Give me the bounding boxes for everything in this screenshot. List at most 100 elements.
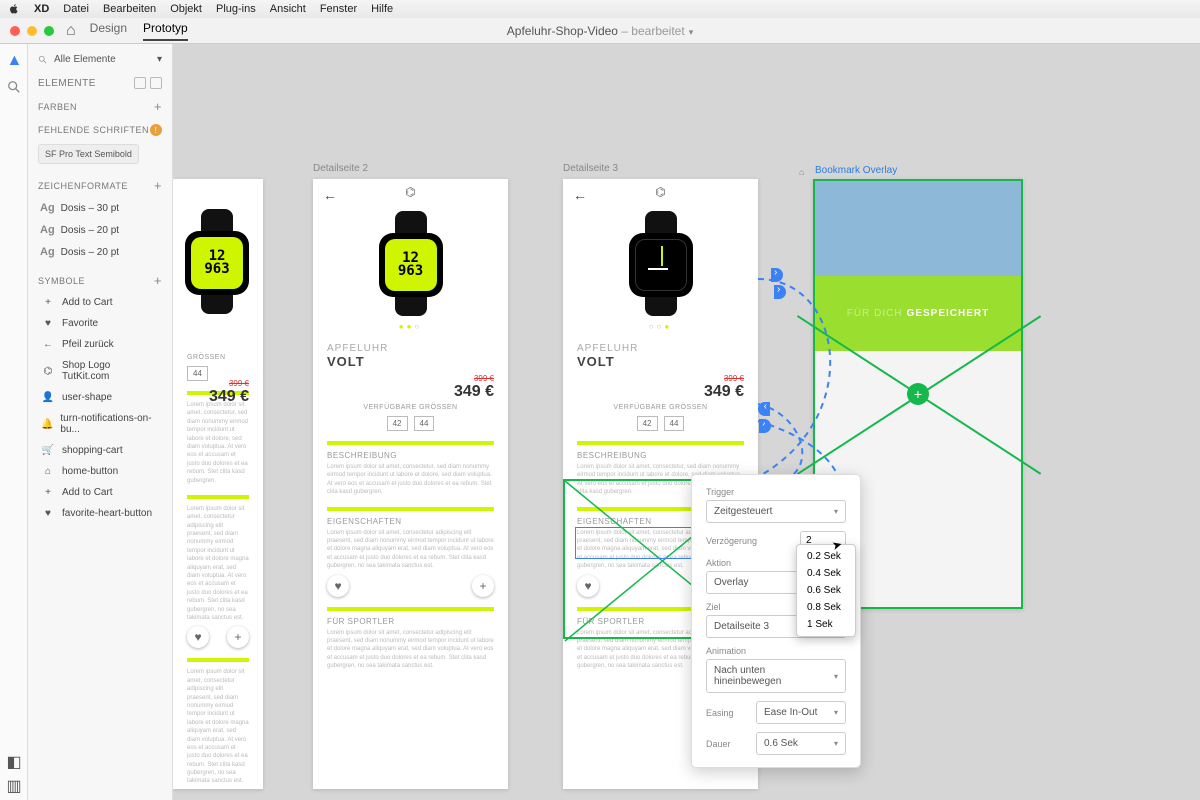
label-trigger: Trigger bbox=[706, 487, 846, 497]
logo-icon: ⌬ bbox=[405, 185, 415, 199]
label-easing: Easing bbox=[706, 708, 734, 718]
section-symbols[interactable]: Symbole+ bbox=[38, 273, 162, 288]
symbol-item[interactable]: ♥favorite-heart-button bbox=[38, 503, 162, 524]
menu-plugins[interactable]: Plug-ins bbox=[216, 3, 256, 15]
artboard-detail1[interactable]: 12963 399 €349 € GRÖSSEN 44 Lorem ipsum … bbox=[173, 179, 263, 789]
symbol-item[interactable]: 🛒shopping-cart bbox=[38, 440, 162, 461]
maximize-icon[interactable] bbox=[44, 26, 54, 36]
grid-view-icon[interactable] bbox=[150, 77, 162, 89]
section-char-styles[interactable]: Zeichenformate+ bbox=[38, 178, 162, 193]
size-option[interactable]: 42 bbox=[637, 416, 658, 431]
app-name[interactable]: XD bbox=[34, 3, 49, 15]
sizes-label: GRÖSSEN bbox=[187, 354, 249, 361]
section-missing-fonts: Fehlende Schriften! bbox=[38, 124, 162, 136]
logo-icon: ⌬ bbox=[655, 185, 665, 199]
favorite-icon[interactable]: ♥ bbox=[187, 626, 209, 648]
menu-datei[interactable]: Datei bbox=[63, 3, 89, 15]
delay-option[interactable]: 0.8 Sek bbox=[797, 599, 855, 616]
tab-design[interactable]: Design bbox=[90, 21, 127, 41]
menu-hilfe[interactable]: Hilfe bbox=[371, 3, 393, 15]
back-arrow-icon[interactable]: ← bbox=[573, 187, 587, 203]
delay-option[interactable]: 0.6 Sek bbox=[797, 582, 855, 599]
add-color-icon[interactable]: + bbox=[154, 99, 162, 114]
dropdown-easing[interactable]: Ease In-Out▾ bbox=[756, 701, 846, 724]
symbol-item[interactable]: ⌂home-button bbox=[38, 461, 162, 482]
missing-font-chip[interactable]: SF Pro Text Semibold bbox=[38, 144, 139, 164]
delay-options-menu[interactable]: 0.2 Sek 0.4 Sek 0.6 Sek 0.8 Sek 1 Sek bbox=[796, 544, 856, 637]
dropdown-animation[interactable]: Nach unten hineinbewegen▾ bbox=[706, 659, 846, 693]
dropdown-duration[interactable]: 0.6 Sek▾ bbox=[756, 732, 846, 755]
proto-connector-handle[interactable] bbox=[774, 285, 786, 299]
add-interaction-icon[interactable]: + bbox=[907, 383, 929, 405]
artboard-label[interactable]: Detailseite 2 bbox=[313, 163, 368, 174]
menu-bearbeiten[interactable]: Bearbeiten bbox=[103, 3, 156, 15]
filter-label: Alle Elemente bbox=[54, 54, 116, 65]
price-old: 399 € bbox=[209, 379, 249, 388]
design-canvas[interactable]: 12963 399 €349 € GRÖSSEN 44 Lorem ipsum … bbox=[173, 44, 1200, 800]
char-style-item[interactable]: AgDosis – 20 pt bbox=[38, 219, 162, 241]
search-icon[interactable] bbox=[7, 80, 21, 94]
dropdown-trigger[interactable]: Zeitgesteuert▾ bbox=[706, 500, 846, 523]
doc-edited: – bearbeitet bbox=[618, 24, 685, 38]
label-animation: Animation bbox=[706, 646, 846, 656]
price-old: 399 € bbox=[454, 374, 494, 383]
macos-menubar: XD Datei Bearbeiten Objekt Plug-ins Ansi… bbox=[0, 0, 1200, 18]
minimize-icon[interactable] bbox=[27, 26, 37, 36]
close-icon[interactable] bbox=[10, 26, 20, 36]
add-style-icon[interactable]: + bbox=[154, 178, 162, 193]
proto-connector-handle[interactable] bbox=[759, 419, 771, 433]
window-controls[interactable] bbox=[10, 26, 54, 36]
size-option[interactable]: 44 bbox=[187, 366, 208, 381]
select-tool-icon[interactable]: ▲ bbox=[7, 52, 21, 66]
sizes-label: VERFÜGBARE GRÖSSEN bbox=[577, 404, 744, 411]
label-delay: Verzögerung bbox=[706, 536, 757, 546]
symbol-item[interactable]: 🔔turn-notifications-on-bu... bbox=[38, 408, 162, 440]
chevron-down-icon[interactable]: ▾ bbox=[689, 27, 694, 37]
char-style-item[interactable]: AgDosis – 30 pt bbox=[38, 197, 162, 219]
delay-option[interactable]: 0.4 Sek bbox=[797, 565, 855, 582]
artboard-detail2[interactable]: Detailseite 2 ← ⌬ 12963 ●●○ APFELUHR VOL… bbox=[313, 179, 508, 789]
apple-icon[interactable] bbox=[8, 3, 20, 15]
tool-rail: ▲ ◧ ▥ bbox=[0, 44, 28, 800]
symbol-item[interactable]: ♥Favorite bbox=[38, 313, 162, 334]
add-symbol-icon[interactable]: + bbox=[154, 273, 162, 288]
home-icon[interactable]: ⌂ bbox=[66, 22, 76, 40]
tab-prototyp[interactable]: Prototyp bbox=[143, 21, 188, 41]
artboard-label[interactable]: Bookmark Overlay bbox=[815, 165, 897, 176]
section-elements: ELEMENTE bbox=[38, 77, 162, 89]
delay-option[interactable]: 1 Sek bbox=[797, 616, 855, 633]
home-artboard-icon[interactable]: ⌂ bbox=[799, 167, 804, 177]
product-brand: APFELUHR bbox=[327, 343, 494, 354]
menu-ansicht[interactable]: Ansicht bbox=[270, 3, 306, 15]
filter-elements[interactable]: Alle Elemente ▾ bbox=[38, 54, 162, 65]
document-title[interactable]: Apfeluhr-Shop-Video – bearbeitet▾ bbox=[507, 24, 693, 38]
back-arrow-icon[interactable]: ← bbox=[323, 187, 337, 203]
symbol-item[interactable]: +Add to Cart bbox=[38, 292, 162, 313]
price-new: 349 € bbox=[209, 388, 249, 406]
list-view-icon[interactable] bbox=[134, 77, 146, 89]
symbol-item[interactable]: ←Pfeil zurück bbox=[38, 334, 162, 355]
proto-connector-handle[interactable] bbox=[771, 268, 783, 282]
proto-connector-handle[interactable] bbox=[758, 402, 770, 416]
menu-fenster[interactable]: Fenster bbox=[320, 3, 357, 15]
assets-icon[interactable]: ▥ bbox=[7, 776, 21, 790]
section-colors[interactable]: Farben+ bbox=[38, 99, 162, 114]
layers-icon[interactable]: ◧ bbox=[7, 752, 21, 766]
delay-option[interactable]: 0.2 Sek bbox=[797, 548, 855, 565]
titlebar: ⌂ Design Prototyp Apfeluhr-Shop-Video – … bbox=[0, 18, 1200, 44]
favorite-icon[interactable]: ♥ bbox=[327, 575, 349, 597]
price-new: 349 € bbox=[454, 383, 494, 401]
char-style-item[interactable]: AgDosis – 20 pt bbox=[38, 241, 162, 263]
symbol-item[interactable]: 👤user-shape bbox=[38, 387, 162, 408]
artboard-label[interactable]: Detailseite 3 bbox=[563, 163, 618, 174]
menu-objekt[interactable]: Objekt bbox=[170, 3, 202, 15]
symbol-item[interactable]: ⌬Shop Logo TutKit.com bbox=[38, 355, 162, 387]
chevron-down-icon[interactable]: ▾ bbox=[157, 54, 162, 65]
overlay-green-panel: FÜR DICHGESPEICHERT bbox=[815, 276, 1021, 351]
size-option[interactable]: 42 bbox=[387, 416, 408, 431]
add-icon[interactable]: + bbox=[227, 626, 249, 648]
add-icon[interactable]: + bbox=[472, 575, 494, 597]
size-option[interactable]: 44 bbox=[414, 416, 435, 431]
symbol-item[interactable]: +Add to Cart bbox=[38, 482, 162, 503]
size-option[interactable]: 44 bbox=[664, 416, 685, 431]
